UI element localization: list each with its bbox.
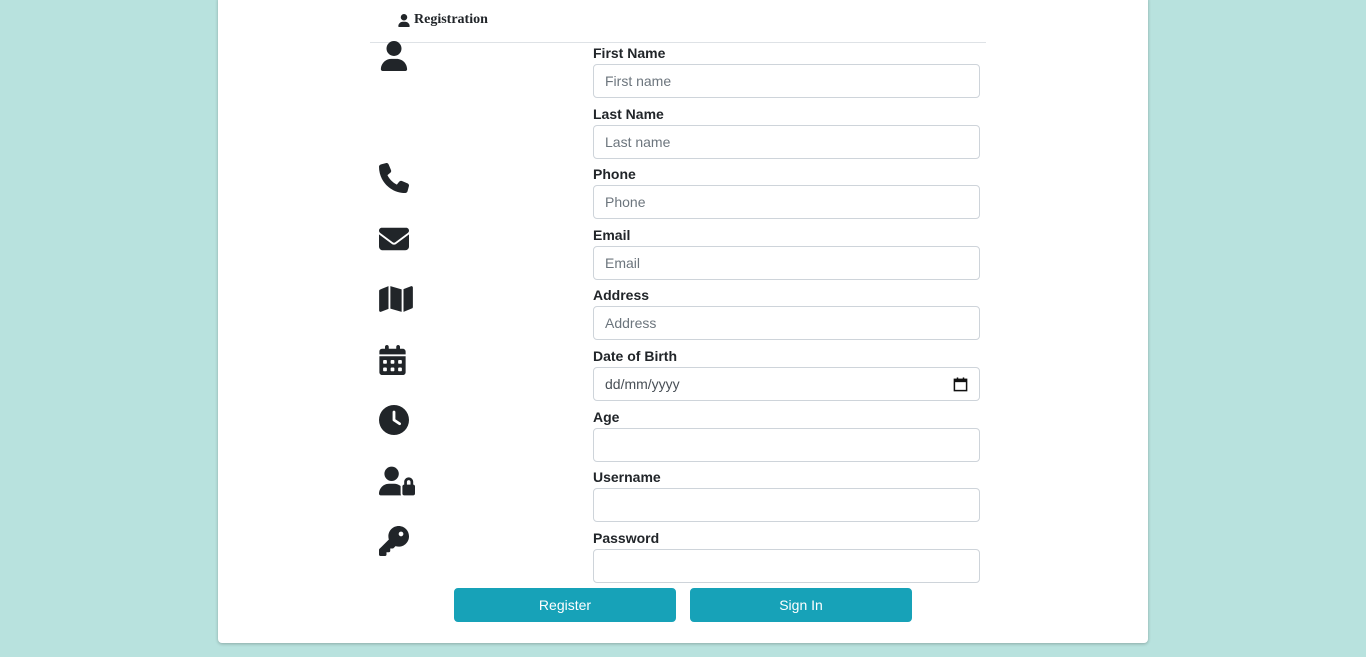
dob-placeholder: dd/mm/yyyy: [605, 376, 680, 392]
email-label: Email: [593, 227, 631, 243]
username-input[interactable]: [593, 488, 980, 522]
first-name-row-icon: [379, 41, 415, 77]
email-row-icon: [379, 224, 415, 260]
password-row-icon: [379, 526, 415, 562]
dob-input[interactable]: dd/mm/yyyy: [593, 367, 980, 401]
phone-label: Phone: [593, 166, 636, 182]
address-label: Address: [593, 287, 650, 303]
calendar-icon: [379, 345, 406, 375]
last-name-label: Last Name: [593, 106, 664, 122]
age-label: Age: [593, 409, 620, 425]
first-name-label: First Name: [593, 45, 666, 61]
dob-label: Date of Birth: [593, 348, 677, 364]
phone-row-icon: [379, 163, 415, 199]
password-label: Password: [593, 530, 660, 546]
map-icon: [379, 286, 413, 312]
age-input[interactable]: [593, 428, 980, 462]
user-lock-icon: [379, 466, 415, 496]
username-row-icon: [379, 466, 415, 502]
header-divider: [370, 42, 986, 43]
dob-row-icon: [379, 345, 415, 381]
calendar-picker-icon[interactable]: [953, 376, 968, 392]
email-input[interactable]: [593, 246, 980, 280]
password-input[interactable]: [593, 549, 980, 583]
clock-icon: [379, 405, 409, 435]
address-row-icon: [379, 284, 415, 320]
user-icon: [380, 41, 408, 71]
last-name-input[interactable]: [593, 125, 980, 159]
user-icon: [398, 13, 410, 27]
username-label: Username: [593, 469, 661, 485]
sign-in-button[interactable]: Sign In: [690, 588, 912, 622]
address-input[interactable]: [593, 306, 980, 340]
phone-input[interactable]: [593, 185, 980, 219]
envelope-icon: [379, 227, 409, 251]
age-row-icon: [379, 405, 415, 441]
page-title: Registration: [414, 12, 488, 27]
registration-header: Registration: [398, 12, 488, 28]
key-icon: [379, 526, 409, 556]
first-name-input[interactable]: [593, 64, 980, 98]
phone-icon: [379, 163, 409, 193]
register-button[interactable]: Register: [454, 588, 676, 622]
